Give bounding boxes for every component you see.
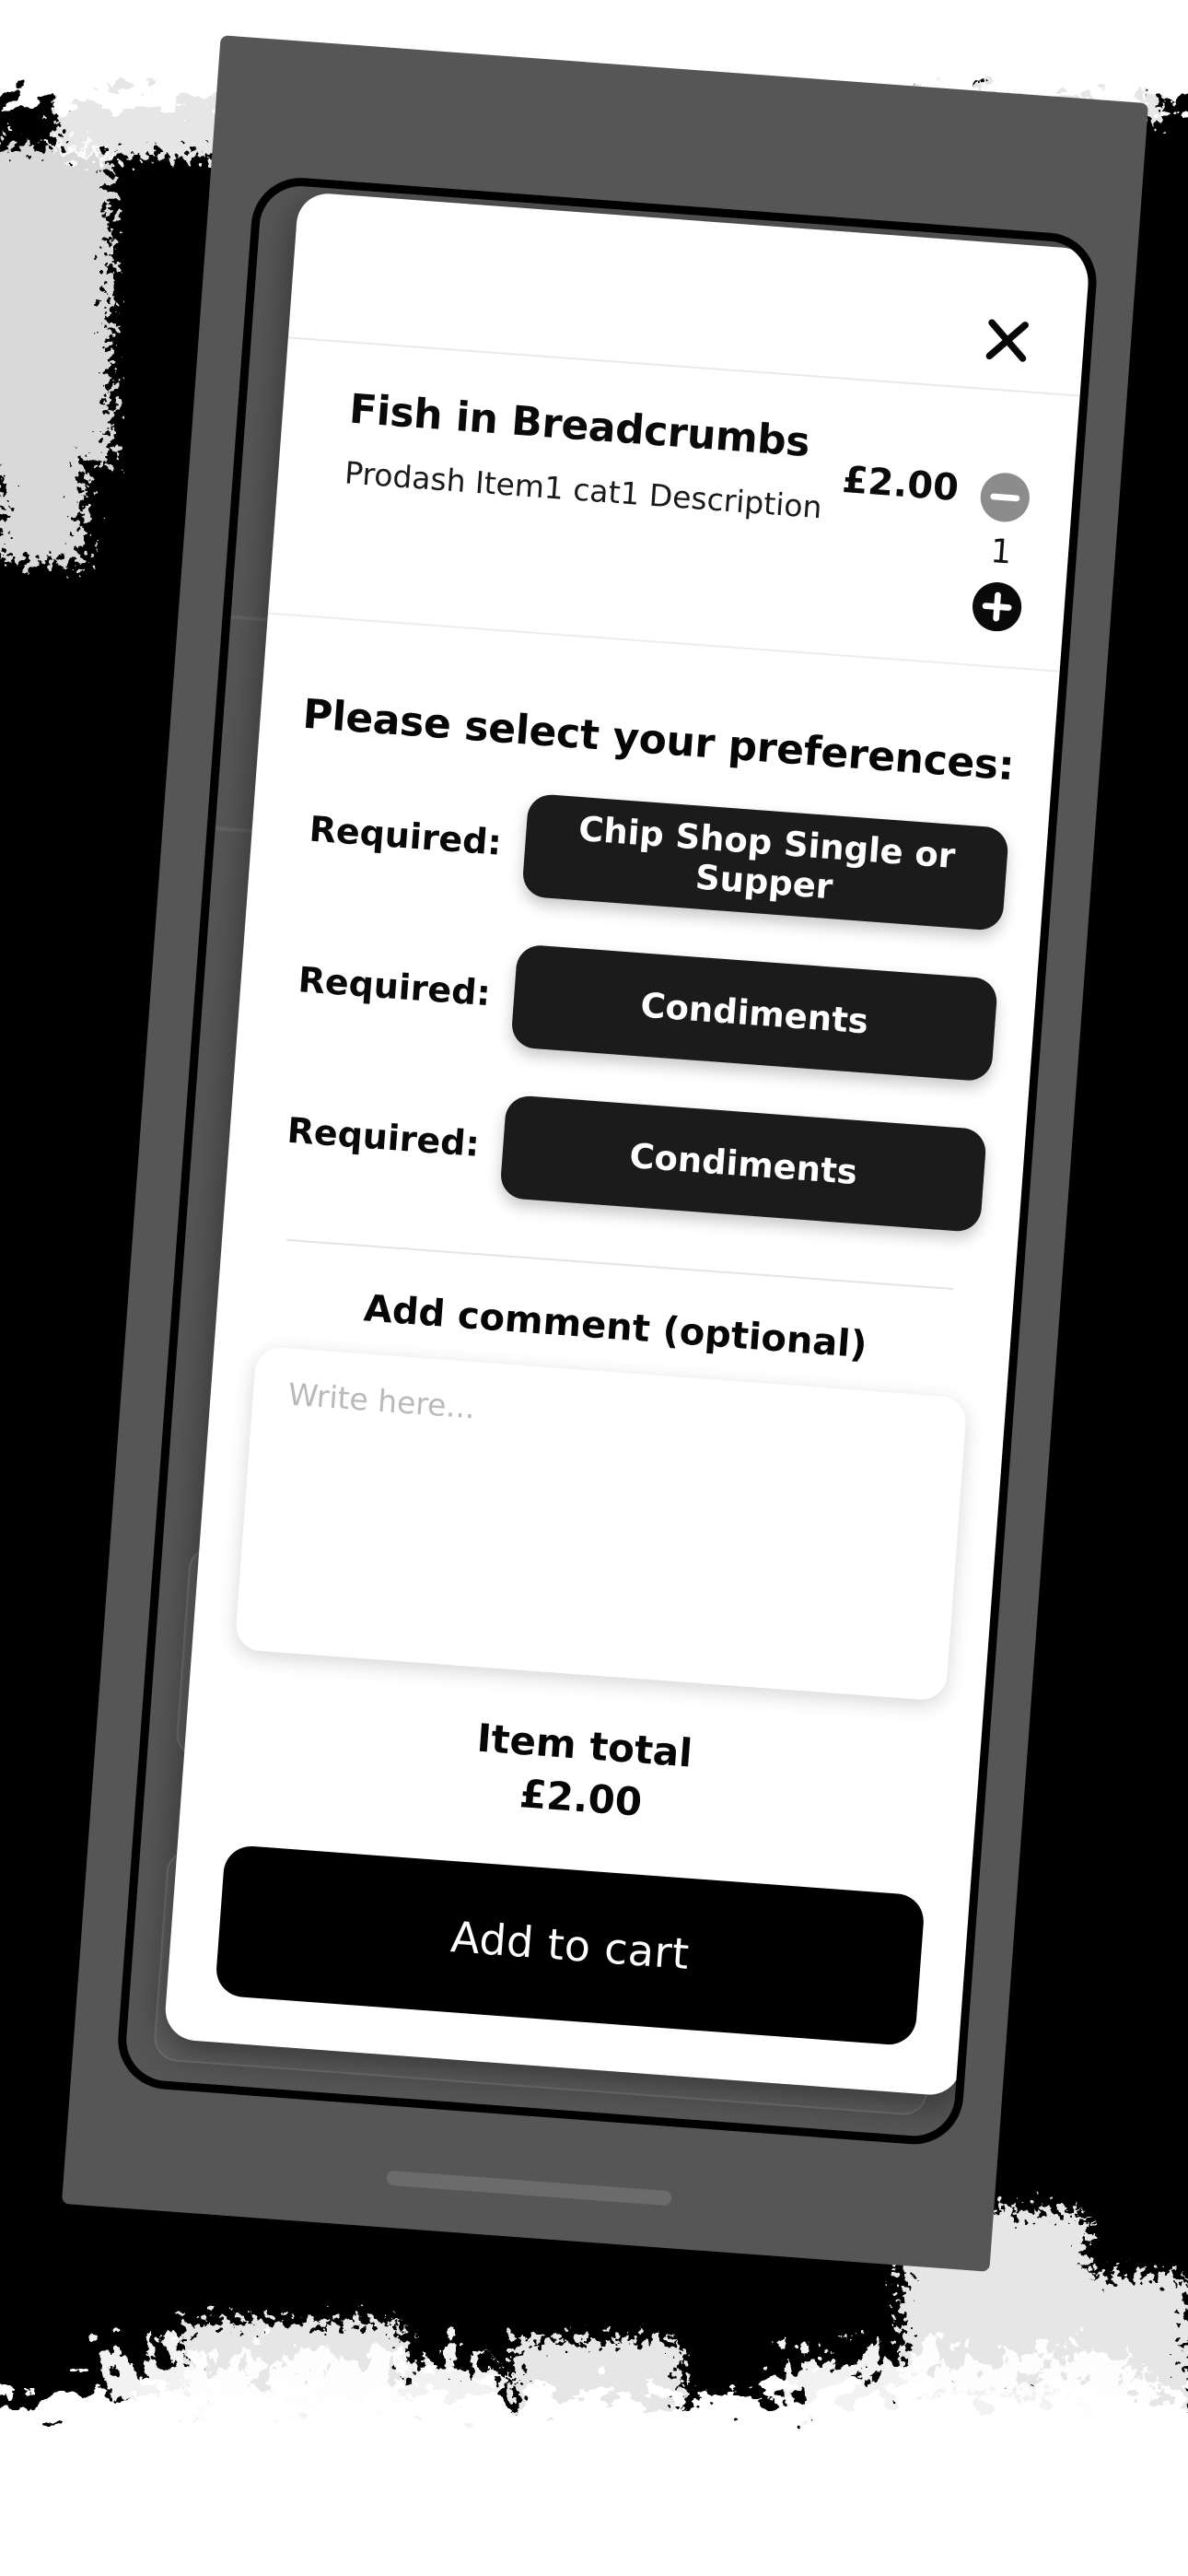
phone-screen: 21:55 (114, 174, 1101, 2149)
preference-option-button[interactable]: Chip Shop Single or Supper (521, 792, 1010, 931)
preference-label: Required: (285, 1109, 482, 1165)
item-description: Prodash Item1 cat1 Description (343, 454, 823, 526)
preference-label: Required: (297, 959, 493, 1014)
comment-placeholder: Write here... (286, 1376, 477, 1426)
plus-circle-icon[interactable] (969, 579, 1026, 636)
item-title: Fish in Breadcrumbs (347, 385, 811, 467)
add-to-cart-button[interactable]: Add to cart (214, 1844, 926, 2047)
preference-option-button[interactable]: Condiments (510, 943, 999, 1083)
quantity-stepper: 1 (969, 469, 1034, 636)
preference-label: Required: (308, 808, 504, 863)
phone-device-mockup: 21:55 (61, 35, 1149, 2272)
item-price: £2.00 (841, 458, 961, 510)
quantity-value: 1 (989, 532, 1013, 572)
close-icon (985, 319, 1029, 362)
comment-input[interactable]: Write here... (234, 1345, 968, 1702)
preference-option-button[interactable]: Condiments (499, 1095, 987, 1234)
item-info: Fish in Breadcrumbs Prodash Item1 cat1 D… (336, 371, 847, 623)
item-detail-modal: Fish in Breadcrumbs Prodash Item1 cat1 D… (163, 191, 1095, 2097)
item-price-and-stepper: £2.00 1 (832, 407, 1037, 636)
minus-circle-icon[interactable] (976, 469, 1033, 526)
close-button[interactable] (977, 310, 1038, 370)
